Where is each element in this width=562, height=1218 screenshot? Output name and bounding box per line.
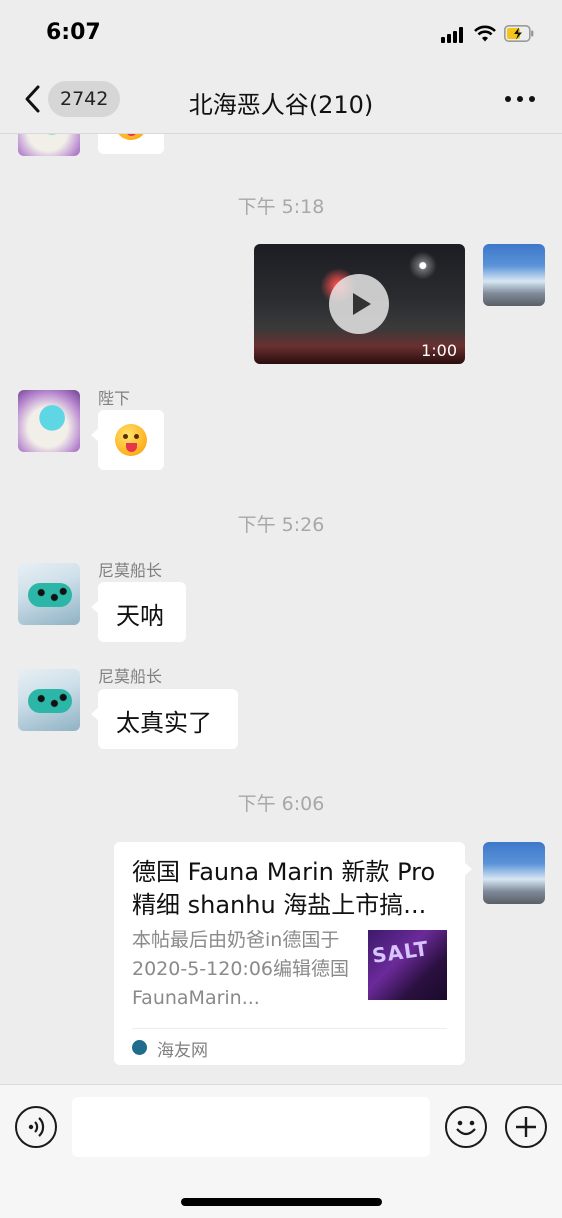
emoji-message[interactable] [91, 410, 164, 470]
emoji-icon [115, 134, 147, 140]
link-card-description: 本帖最后由奶爸in德国于2020-5-120:06编辑德国 FaunaMarin… [132, 929, 349, 1009]
sender-name: 陛下 [98, 389, 131, 408]
emoji-picker-icon[interactable] [445, 1106, 487, 1148]
text-message[interactable]: 天呐 [91, 582, 186, 642]
status-time: 6:07 [46, 20, 101, 45]
avatar[interactable] [18, 390, 80, 452]
divider [132, 1028, 447, 1029]
timestamp: 下午 5:26 [237, 514, 325, 536]
message-text: 天呐 [116, 602, 164, 630]
message-input[interactable] [72, 1097, 430, 1157]
more-icon[interactable] [505, 96, 535, 104]
message-text: 太真实了 [116, 709, 212, 737]
link-card-title: 德国 Fauna Marin 新款 Pro 精细 shanhu 海盐上市搞... [132, 858, 436, 919]
video-message[interactable]: 1:00 [254, 244, 465, 364]
source-logo-icon [132, 1040, 147, 1055]
chat-title: 北海恶人谷(210) [188, 91, 374, 119]
chat-screen: 6:07 2742 北海恶人谷(210) 下午 5:18 1:00 陛下 下午 … [0, 0, 562, 1218]
timestamp: 下午 5:18 [237, 196, 325, 218]
sender-name: 尼莫船长 [98, 561, 163, 580]
message-list[interactable]: 下午 5:18 1:00 陛下 下午 5:26 尼莫船长 天呐 尼莫船长 太真实… [0, 134, 562, 1084]
emoji-message[interactable] [98, 134, 164, 154]
self-avatar[interactable] [483, 244, 545, 306]
video-duration: 1:00 [421, 341, 457, 360]
status-bar: 6:07 [0, 0, 562, 66]
plus-icon[interactable] [505, 1106, 547, 1148]
signal-icon [441, 27, 467, 43]
link-card-message[interactable]: 德国 Fauna Marin 新款 Pro 精细 shanhu 海盐上市搞...… [114, 842, 472, 1065]
home-indicator[interactable] [181, 1198, 382, 1206]
avatar[interactable] [18, 563, 80, 625]
self-avatar[interactable] [483, 842, 545, 904]
chat-header: 2742 北海恶人谷(210) [0, 66, 562, 134]
timestamp: 下午 6:06 [237, 793, 325, 815]
voice-icon[interactable] [15, 1106, 57, 1148]
sender-name: 尼莫船长 [98, 667, 163, 686]
link-card-thumbnail: SALT [368, 930, 447, 1000]
emoji-icon [115, 424, 147, 456]
avatar[interactable] [18, 669, 80, 731]
text-message[interactable]: 太真实了 [91, 689, 238, 749]
battery-icon [504, 25, 534, 42]
avatar[interactable] [18, 134, 80, 156]
link-card-source: 海友网 [157, 1041, 208, 1061]
thumbnail-text: SALT [370, 936, 431, 968]
wifi-icon [474, 25, 496, 42]
play-icon[interactable] [329, 274, 389, 334]
